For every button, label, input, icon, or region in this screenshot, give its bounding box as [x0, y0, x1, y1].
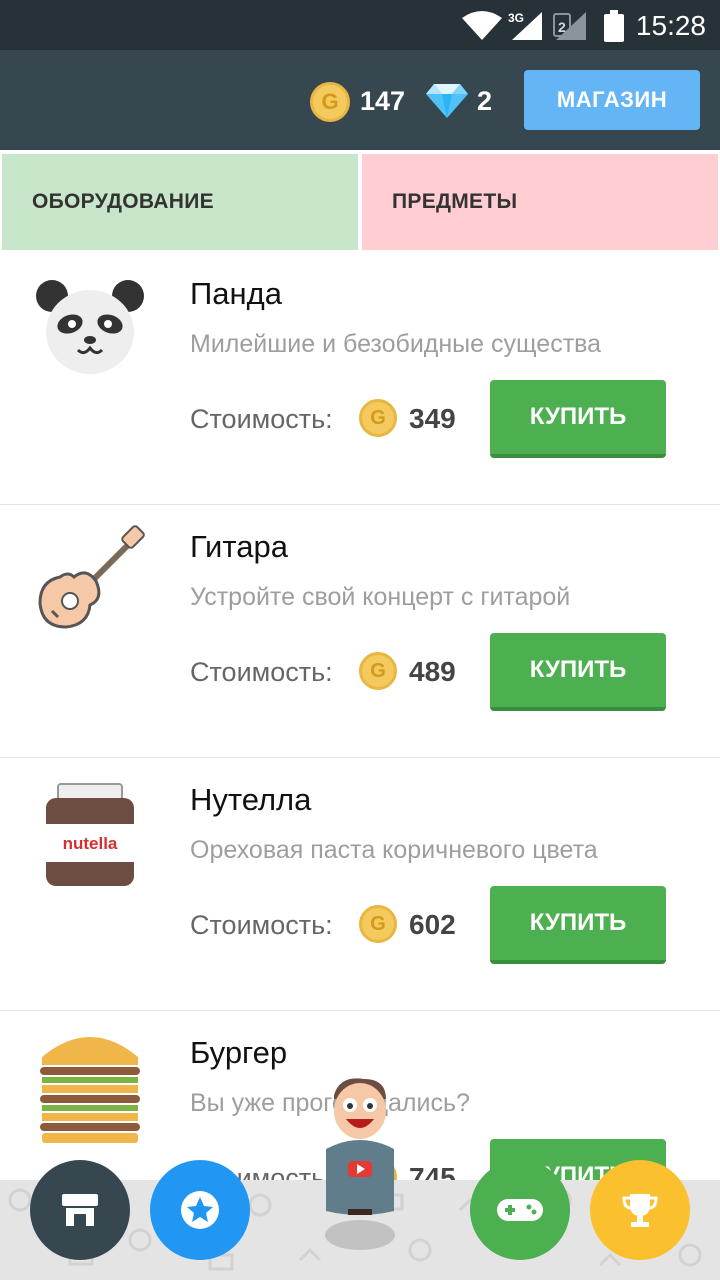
cost-label: Стоимость:	[190, 910, 333, 940]
cost-label: Стоимость:	[190, 657, 333, 687]
battery-icon	[604, 10, 624, 42]
tab-equipment[interactable]: ОБОРУДОВАНИЕ	[2, 154, 358, 250]
nutella-label: nutella	[63, 834, 118, 853]
shop-button[interactable]: МАГАЗИН	[524, 70, 700, 130]
buy-button[interactable]: КУПИТЬ	[490, 380, 666, 458]
list-item: Панда Милейшие и безобидные существа Сто…	[0, 252, 720, 505]
buy-button[interactable]: КУПИТЬ	[490, 886, 666, 964]
guitar-icon	[38, 525, 145, 629]
status-bar: 3G 2 15:28	[0, 0, 720, 50]
wifi-icon	[462, 11, 502, 40]
diamond-icon	[426, 84, 468, 118]
network-type-label: 3G	[508, 11, 524, 25]
character-avatar[interactable]	[320, 1075, 400, 1255]
cellular-signal-icon: 3G	[508, 11, 542, 40]
item-name: Нутелла	[190, 782, 312, 817]
gold-coin-icon: G	[359, 399, 397, 437]
clock: 15:28	[635, 10, 706, 41]
item-name: Бургер	[190, 1035, 288, 1070]
gem-count: 2	[477, 86, 493, 116]
item-name: Панда	[190, 276, 282, 311]
gold-coin-icon: G	[359, 652, 397, 690]
favorites-nav-button[interactable]	[150, 1160, 250, 1260]
gamepad-icon	[497, 1199, 543, 1221]
games-nav-button[interactable]	[470, 1160, 570, 1260]
panda-icon	[36, 280, 144, 374]
achievements-nav-button[interactable]	[590, 1160, 690, 1260]
item-name: Гитара	[190, 529, 288, 564]
buy-button[interactable]: КУПИТЬ	[490, 633, 666, 711]
sim-signal-icon: 2	[553, 12, 586, 40]
cost-label: Стоимость:	[190, 404, 333, 434]
gold-coin-icon: G	[310, 82, 350, 122]
trophy-icon	[622, 1194, 658, 1227]
item-price: 489	[409, 656, 456, 687]
list-item: Гитара Устройте свой концерт с гитарой С…	[0, 505, 720, 758]
burger-icon	[40, 1037, 140, 1143]
store-icon	[62, 1194, 98, 1226]
item-description: Милейшие и безобидные существа	[190, 330, 602, 358]
top-bar: G 147 2 МАГАЗИН	[0, 50, 720, 150]
item-price: 349	[409, 403, 456, 434]
item-price: 602	[409, 909, 456, 940]
item-description: Ореховая паста коричневого цвета	[190, 836, 598, 864]
gold-count: 147	[360, 86, 406, 116]
star-icon	[181, 1191, 219, 1229]
gold-coin-icon: G	[359, 905, 397, 943]
item-description: Устройте свой концерт с гитарой	[190, 583, 571, 611]
list-item: nutella Нутелла Ореховая паста коричнево…	[0, 758, 720, 1011]
tab-items[interactable]: ПРЕДМЕТЫ	[362, 154, 718, 250]
sim-number-label: 2	[558, 19, 566, 35]
nutella-icon: nutella	[46, 783, 134, 886]
store-nav-button[interactable]	[30, 1160, 130, 1260]
category-tabs: ОБОРУДОВАНИЕ ПРЕДМЕТЫ	[0, 150, 720, 252]
